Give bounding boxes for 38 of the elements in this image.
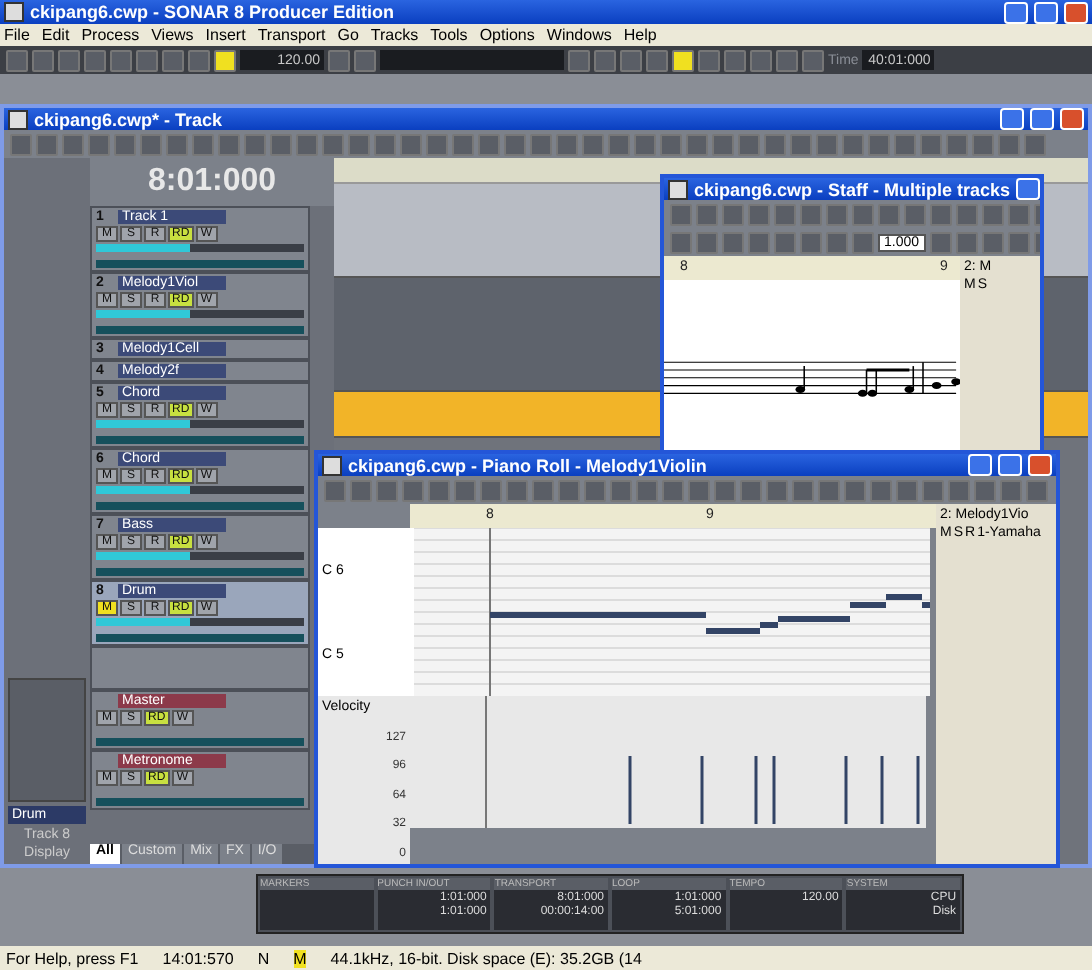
document-icon [322, 455, 342, 475]
menu-item[interactable]: Help [623, 26, 657, 44]
status-text: 44.1kHz, 16-bit. Disk space (E): 35.2GB (14 [330, 949, 642, 967]
volume-fader[interactable] [8, 678, 86, 802]
menu-item[interactable]: Tracks [370, 26, 419, 44]
app-icon [4, 2, 24, 22]
minimize-icon[interactable] [1004, 1, 1028, 23]
menu-item[interactable]: Process [81, 26, 140, 44]
event-field[interactable] [380, 50, 564, 70]
menu-item[interactable]: Edit [41, 26, 70, 44]
menu-item[interactable]: Transport [257, 26, 326, 44]
now-time-display: 8:01:000 [90, 158, 334, 206]
document-icon [8, 109, 28, 129]
status-text: 14:01:570 [162, 949, 234, 967]
close-icon[interactable] [1064, 1, 1088, 23]
menu-item[interactable]: File [4, 26, 30, 44]
window-title: ckipang6.cwp - Piano Roll - Melody1Violin [348, 455, 709, 475]
status-text: For Help, press F1 [6, 949, 139, 967]
window-title: ckipang6.cwp* - Track [34, 109, 225, 129]
window-title: ckipang6.cwp - Staff - Multiple tracks [694, 179, 1011, 199]
menu-item[interactable]: Views [151, 26, 194, 44]
app-title: ckipang6.cwp - SONAR 8 Producer Edition [30, 2, 397, 22]
maximize-icon[interactable] [998, 454, 1022, 476]
status-text: M [293, 949, 307, 967]
menu-item[interactable]: Tools [430, 26, 468, 44]
maximize-icon[interactable] [1030, 108, 1054, 130]
status-text: N [257, 949, 270, 967]
close-icon[interactable] [1060, 108, 1084, 130]
menu-item[interactable]: Options [479, 26, 535, 44]
minimize-icon[interactable] [1000, 108, 1024, 130]
document-icon [668, 179, 688, 199]
minimize-icon[interactable] [1016, 178, 1040, 200]
maximize-icon[interactable] [1034, 1, 1058, 23]
menu-item[interactable]: Go [337, 26, 359, 44]
menu-item[interactable]: Insert [205, 26, 246, 44]
menu-item[interactable]: Windows [546, 26, 612, 44]
close-icon[interactable] [1028, 454, 1052, 476]
minimize-icon[interactable] [968, 454, 992, 476]
